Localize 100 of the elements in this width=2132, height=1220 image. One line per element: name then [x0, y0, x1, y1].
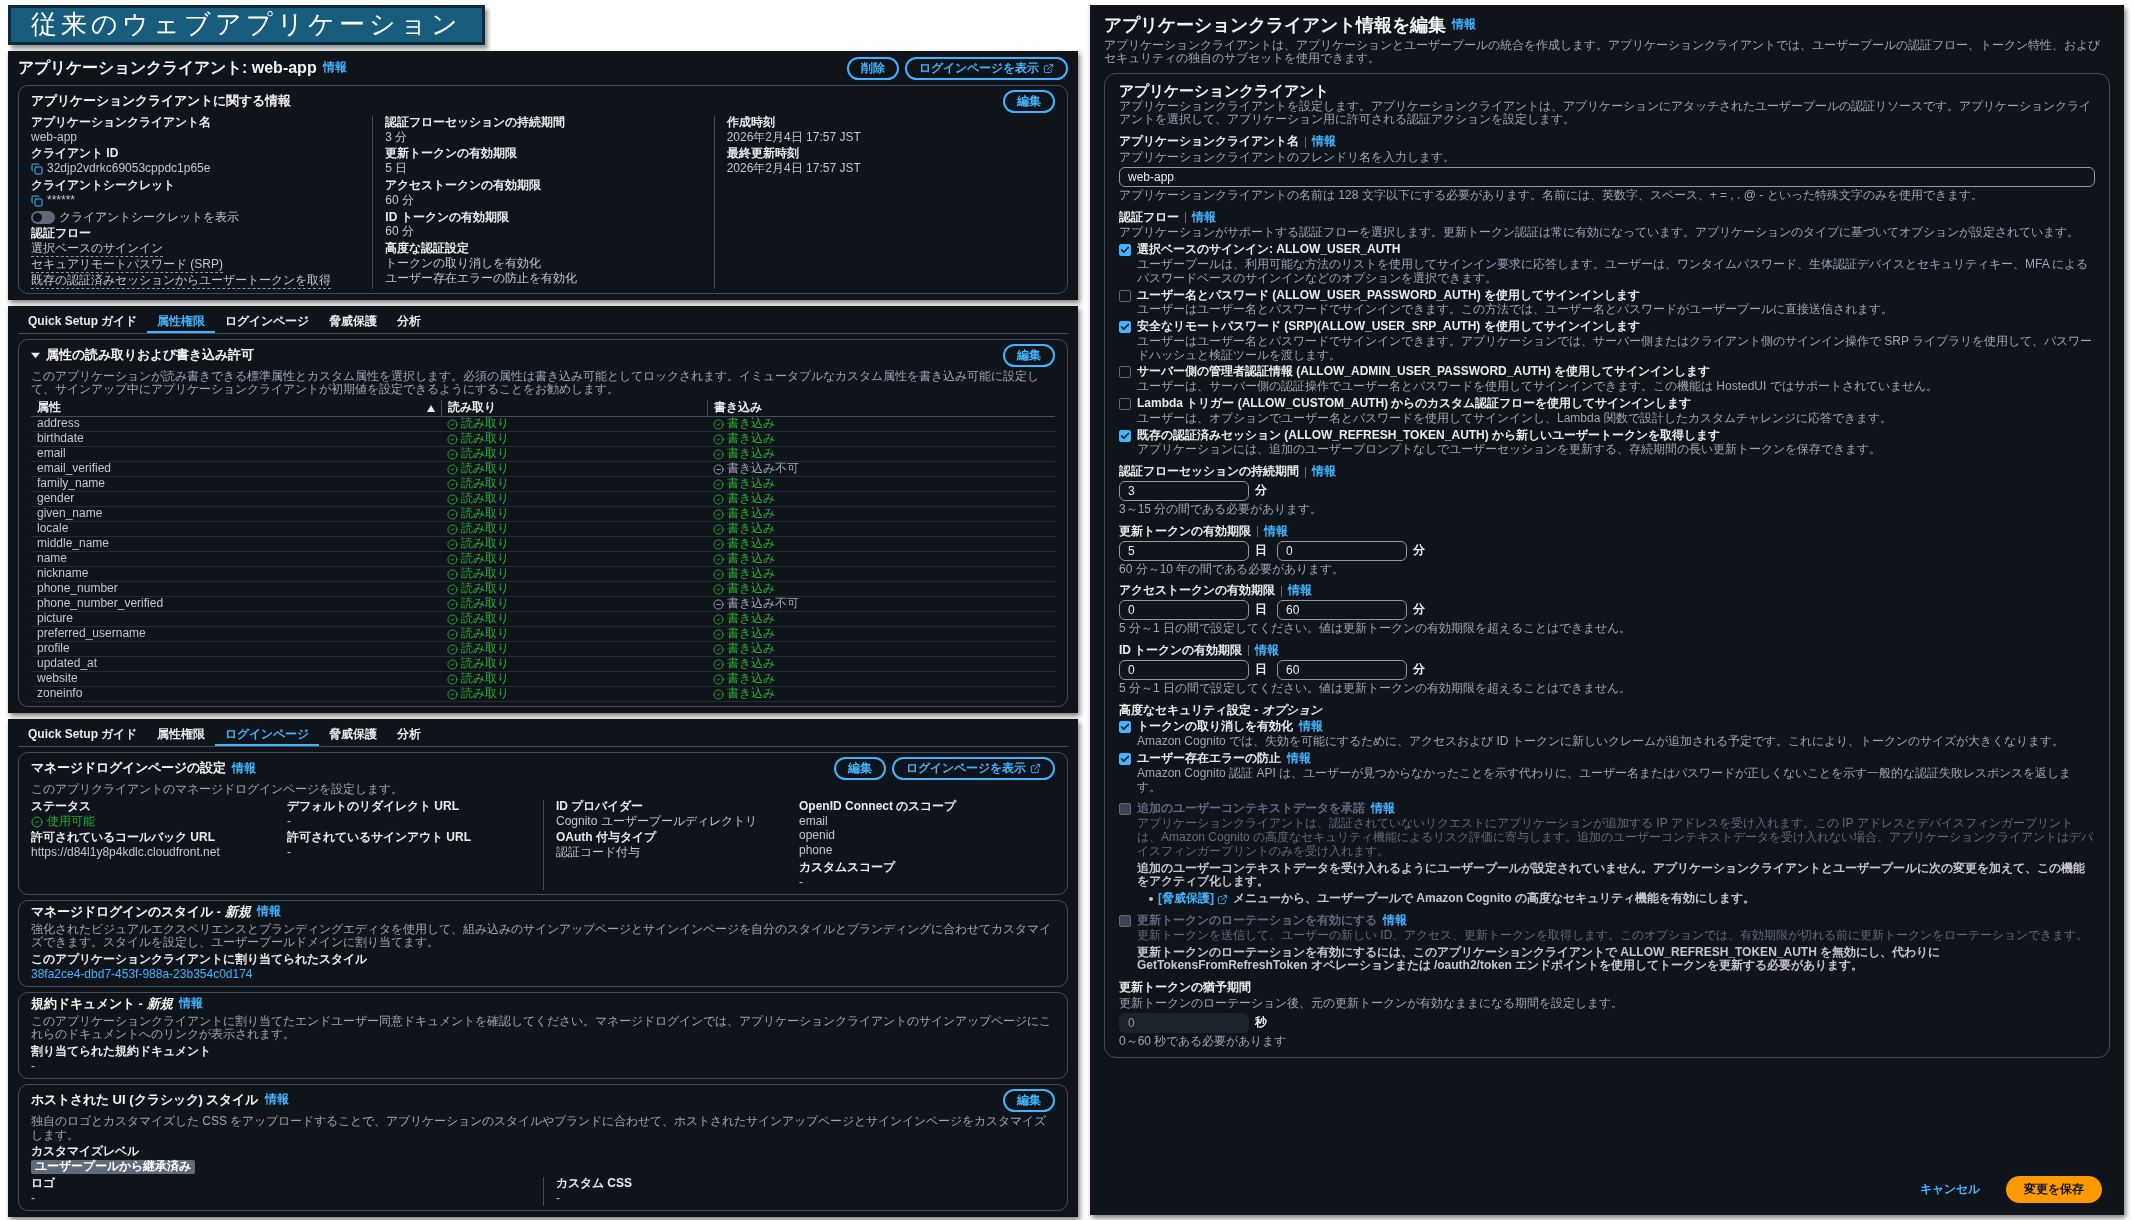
checkbox-label: サーバー側の管理者認証情報 (ALLOW_ADMIN_USER_PASSWORD_AUTH) を使用してサインインします [1137, 365, 1711, 380]
text-field[interactable]: 5 [1119, 540, 1249, 561]
text-field[interactable]: 0 [1119, 600, 1249, 621]
info-link[interactable]: 情報 [178, 997, 203, 1012]
tab[interactable]: 分析 [387, 311, 432, 333]
field-label: ID プロバイダー [556, 799, 645, 814]
info-link[interactable]: 情報 [264, 1093, 289, 1108]
table-cell: address [37, 417, 80, 431]
outline-button[interactable]: 編集 [834, 757, 886, 781]
text-field[interactable]: 0 [1277, 540, 1407, 561]
save-button[interactable]: 変更を保存 [2006, 1176, 2102, 1203]
table-cell: middle_name [37, 537, 110, 551]
field-value: 32djp2vdrkc69053cppdc1p65e [47, 162, 211, 177]
info-link[interactable]: 情報 [1192, 210, 1216, 225]
text-field[interactable]: 0 [1119, 659, 1249, 680]
field-label: 認証フローセッションの持続期間 [385, 115, 567, 130]
link[interactable]: セキュアリモートパスワード (SRP) [31, 258, 223, 273]
checkbox-description: アプリケーションクライアントは、認証されていないリクエストにアプリケーションが追加する IP アドレスを受け入れます。この IP アドレスとデバイスフィンガープリントは、Amazon Cognito の高度なセキュリティ機能によるリスク評価に寄与します。追加のユーザーコンテキストデータを受け入れない場合、アプリケーションクライアントはデバイスフィンガープリントのみを受け入れます。 [1137, 817, 2095, 859]
info-link[interactable]: 情報 [1288, 584, 1312, 599]
field-description: 更新トークンのローテーション後、元の更新トークンが有効なままになる期間を設定します。 [1119, 997, 1624, 1011]
checkbox-description: ユーザープールは、利用可能な方法のリストを使用してサインイン要求に応答します。ユーザーは、ワンタイムパスワード、生体認証デバイスとセキュリティキー、MFA によるパスワードベースのサインインなどのオプションを選択できます。 [1137, 257, 2090, 286]
tab[interactable]: 脅威保護 [319, 725, 388, 747]
copy-icon[interactable] [31, 194, 43, 207]
notice-text: 更新トークンのローテーションを有効にするには、このアプリケーションクライアントで ALLOW_REFRESH_TOKEN_AUTH を無効にし、代わりに GetTokensFromRefreshToken オペレーションまたは /oauth2/token エンドポイントを使用してトークンを更新する必要があります。 [1137, 945, 1942, 974]
info-link[interactable]: 情報 [322, 61, 347, 76]
info-link[interactable]: 情報 [1312, 465, 1336, 480]
toggle-switch[interactable] [31, 211, 55, 225]
field-description: アプリケーションがサポートする認証フローを選択します。更新トークン認証は常に有効になっています。アプリケーションのタイプに基づいてオプションが設定されています。 [1119, 226, 2080, 241]
link[interactable]: 選択ベースのサインイン [31, 242, 163, 258]
checkbox[interactable] [1119, 321, 1131, 334]
section-title: 属性の読み取りおよび書き込み許可 [46, 347, 254, 363]
text-field[interactable]: 60 [1277, 600, 1407, 621]
tab[interactable]: 分析 [387, 725, 432, 747]
tab[interactable]: Quick Setup ガイド [18, 311, 148, 333]
field-label: ステータス [31, 799, 92, 814]
tab[interactable]: 属性権限 [147, 725, 216, 747]
text-field[interactable]: web-app [1119, 166, 2095, 187]
info-link[interactable]: 情報 [1264, 524, 1288, 539]
info-link[interactable]: 情報 [256, 905, 281, 919]
outline-button[interactable]: 編集 [1003, 343, 1055, 367]
field-label: アクセストークンの有効期限 [385, 179, 543, 193]
outline-button[interactable]: 編集 [1003, 89, 1055, 113]
checkbox[interactable] [1119, 244, 1131, 257]
link[interactable]: 既存の認証済みセッションからユーザートークンを取得 [31, 273, 331, 289]
unit-label: 分 [1413, 662, 1425, 677]
field-label: ID トークンの有効期限 [1119, 644, 1243, 658]
field-value: phone [799, 844, 834, 859]
info-link[interactable]: 情報 [232, 761, 256, 776]
cancel-button[interactable]: キャンセル [1914, 1180, 1986, 1199]
text-field[interactable]: 60 [1277, 659, 1407, 680]
section-description: このアプリケーションクライアントに割り当てたエンドユーザー同意ドキュメントを確認してください。マネージドログインでは、アプリケーションクライアントのサインアップページにこれらのドキュメントへのリンクが表示されます。 [31, 1014, 1052, 1043]
info-link[interactable]: 情報 [1287, 752, 1311, 766]
checkbox[interactable] [1119, 429, 1131, 442]
checkbox[interactable] [1119, 753, 1131, 766]
caret-icon[interactable] [31, 350, 40, 360]
tab[interactable]: Quick Setup ガイド [18, 725, 148, 747]
field-value: 60 分 [385, 193, 415, 208]
field-label: 認証フローセッションの持続期間 [1119, 465, 1299, 480]
info-link[interactable]: 情報 [1312, 135, 1336, 149]
tab[interactable]: ログインページ [215, 311, 320, 333]
notice-text: 追加のユーザーコンテキストデータを受け入れるようにユーザープールが設定されていません。アプリケーションクライアントとユーザープールに次の変更を加えて、この機能をアクティブ化します。 [1137, 861, 2086, 890]
checkbox-label: 追加のユーザーコンテキストデータを承諾 [1137, 802, 1365, 817]
copy-icon[interactable] [31, 163, 43, 176]
permission-text: 読み取り [460, 672, 509, 686]
tab[interactable]: ログインページ [215, 725, 320, 747]
external-link-icon [1217, 893, 1228, 905]
field-label: 認証フロー [31, 227, 92, 242]
tab[interactable]: 属性権限 [147, 311, 216, 333]
outline-button[interactable]: ログインページを表示 [892, 757, 1055, 781]
checkbox[interactable] [1119, 366, 1131, 379]
outline-button[interactable]: ログインページを表示 [905, 56, 1068, 80]
link[interactable]: 38fa2ce4-dbd7-453f-988a-23b354c0d174 [31, 967, 1055, 982]
permission-text: 読み取り [460, 567, 509, 581]
unit-label: 日 [1255, 543, 1267, 558]
checkbox[interactable] [1119, 398, 1131, 411]
checkbox-description: 更新トークンを送信して、ユーザーの新しい ID、アクセス、更新トークンを取得します。このオプションでは、有効期限が切れる前に更新トークンをローテーションできます。 [1137, 928, 2090, 943]
outline-button[interactable]: 編集 [1003, 1088, 1055, 1112]
table-cell: zoneinfo [37, 687, 83, 701]
info-link[interactable]: 情報 [1299, 720, 1323, 735]
unit-label: 秒 [1255, 1015, 1267, 1030]
field-value: - [31, 1060, 36, 1074]
field-value: - [31, 1191, 36, 1206]
tab[interactable]: 脅威保護 [319, 311, 388, 333]
field-label: クライアントシークレット [31, 179, 176, 193]
text-field[interactable]: 3 [1119, 481, 1249, 502]
permission-text: 書き込み [726, 672, 775, 686]
external-link-icon [1043, 62, 1054, 74]
sort-icon[interactable] [426, 404, 435, 412]
info-link[interactable]: 情報 [1255, 644, 1280, 658]
checkbox[interactable] [1119, 721, 1131, 734]
field-label: アプリケーションクライアント名 [31, 115, 212, 130]
table-cell: email_verified [37, 462, 112, 476]
field-value: web-app [31, 130, 79, 145]
field-label: 更新トークンの有効期限 [1119, 524, 1251, 539]
info-link[interactable]: 情報 [1452, 18, 1476, 33]
checkbox[interactable] [1119, 289, 1131, 302]
outline-button[interactable]: 削除 [847, 56, 899, 80]
table-cell: preferred_username [37, 627, 146, 641]
field-label: ID トークンの有効期限 [385, 210, 510, 225]
field-value: トークンの取り消しを有効化 [385, 257, 543, 271]
